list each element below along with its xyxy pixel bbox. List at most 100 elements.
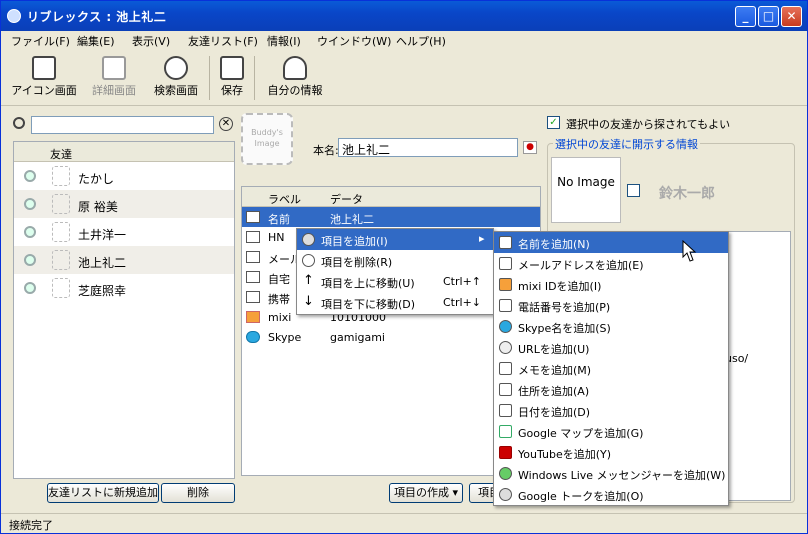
- my-info-button[interactable]: 自分の情報: [263, 54, 327, 102]
- add-url-menu-item[interactable]: URLを追加(U): [494, 337, 728, 358]
- friend-row[interactable]: 池上礼二: [14, 246, 234, 274]
- maximize-button[interactable]: □: [758, 6, 779, 27]
- toolbar-separator: [209, 56, 210, 100]
- add-google-talk-menu-item[interactable]: Google トークを追加(O): [494, 484, 728, 505]
- detail-view-button[interactable]: 詳細画面: [86, 54, 142, 102]
- globe-icon: [499, 341, 512, 354]
- friends-panel: ✕ 友達 たかし 原 裕美 土井洋一 池上礼二 芝庭照幸 友達リストに新規追加 …: [9, 111, 237, 506]
- add-windows-live-menu-item[interactable]: Windows Live メッセンジャーを追加(W): [494, 463, 728, 484]
- delete-friend-button[interactable]: 削除: [161, 483, 235, 503]
- google-icon: [499, 425, 512, 438]
- menu-window[interactable]: ウインドウ(W): [317, 33, 391, 49]
- status-icon: [24, 198, 36, 210]
- menu-label: YouTubeを追加(Y): [518, 448, 612, 461]
- name-field[interactable]: 池上礼二: [338, 138, 518, 157]
- move-up-menu-item[interactable]: ↑ 項目を上に移動(U) Ctrl+↑: [297, 271, 493, 292]
- row-label: mixi: [268, 311, 292, 324]
- add-skype-menu-item[interactable]: Skype名を追加(S): [494, 316, 728, 337]
- menu-label: URLを追加(U): [518, 343, 590, 356]
- menu-help[interactable]: ヘルプ(H): [396, 33, 446, 49]
- row-label: HN: [268, 231, 285, 244]
- add-memo-menu-item[interactable]: メモを追加(M): [494, 358, 728, 379]
- add-mixi-menu-item[interactable]: mixi IDを追加(I): [494, 274, 728, 295]
- friend-row[interactable]: 原 裕美: [14, 190, 234, 218]
- menu-label: 項目を下に移動(D): [321, 298, 416, 311]
- app-icon: [7, 9, 21, 23]
- toolbar: アイコン画面 詳細画面 検索画面 保存 自分の情報: [1, 50, 807, 106]
- row-label: Skype: [268, 331, 302, 344]
- avatar: [52, 250, 70, 270]
- label-column-header[interactable]: ラベル: [268, 191, 301, 207]
- mail-icon: [499, 257, 512, 270]
- row-label: 自宅: [268, 273, 290, 286]
- window-title: リブレックス : 池上礼二: [27, 10, 167, 24]
- status-icon: [24, 254, 36, 266]
- menu-info[interactable]: 情報(I): [267, 33, 301, 49]
- save-button[interactable]: 保存: [216, 54, 248, 102]
- remove-icon: [302, 254, 315, 267]
- data-column-header[interactable]: データ: [330, 191, 363, 207]
- menu-label: 項目を削除(R): [321, 256, 393, 269]
- friend-name: 池上礼二: [78, 256, 127, 270]
- add-item-menu-item[interactable]: 項目を追加(I) ▸: [297, 229, 493, 250]
- create-item-button[interactable]: 項目の作成 ▾: [389, 483, 463, 503]
- menu-friendlist[interactable]: 友達リスト(F): [188, 33, 258, 49]
- skype-icon: [246, 331, 260, 343]
- remove-item-menu-item[interactable]: 項目を削除(R): [297, 250, 493, 271]
- friend-row[interactable]: たかし: [14, 162, 234, 190]
- friend-name: 原 裕美: [78, 200, 118, 214]
- create-item-label: 項目の作成: [393, 486, 449, 499]
- friend-row[interactable]: 芝庭照幸: [14, 274, 234, 302]
- table-row[interactable]: 名前 池上礼二: [242, 207, 540, 227]
- disclosure-group-title: 選択中の友達に開示する情報: [553, 136, 700, 152]
- minimize-button[interactable]: _: [735, 6, 756, 27]
- move-down-menu-item[interactable]: ↓ 項目を下に移動(D) Ctrl+↓: [297, 292, 493, 313]
- context-menu: 項目を追加(I) ▸ 項目を削除(R) ↑ 項目を上に移動(U) Ctrl+↑ ↓ 項目…: [296, 228, 494, 315]
- menu-edit[interactable]: 編集(E): [77, 33, 115, 49]
- title-bar[interactable]: リブレックス : 池上礼二 _ □ ✕: [1, 1, 807, 31]
- friend-info-table: [727, 231, 791, 501]
- menu-label: 住所を追加(A): [518, 385, 590, 398]
- friend-checkbox[interactable]: [627, 184, 640, 197]
- search-view-label: 検索画面: [154, 84, 198, 97]
- mail-icon: [246, 251, 260, 263]
- mixi-icon: [246, 311, 260, 323]
- memo-icon: [499, 362, 512, 375]
- friend-search-input[interactable]: [31, 116, 214, 134]
- buddy-image[interactable]: Buddy's Image: [241, 113, 293, 165]
- status-text: 接続完了: [9, 519, 53, 532]
- avatar: [52, 194, 70, 214]
- friend-row[interactable]: 土井洋一: [14, 218, 234, 246]
- menu-label: 項目を追加(I): [321, 235, 388, 248]
- friend-name: 芝庭照幸: [78, 284, 127, 298]
- menu-bar: ファイル(F) 編集(E) 表示(V) 友達リスト(F) 情報(I) ウインドウ…: [1, 31, 807, 50]
- calendar-icon: [499, 404, 512, 417]
- row-label: 名前: [268, 213, 290, 226]
- add-icon: [302, 233, 315, 246]
- close-button[interactable]: ✕: [781, 6, 802, 27]
- add-friend-button[interactable]: 友達リストに新規追加: [47, 483, 159, 503]
- menu-view[interactable]: 表示(V): [132, 33, 170, 49]
- phone-icon: [499, 299, 512, 312]
- flag-icon[interactable]: ●: [523, 141, 537, 154]
- add-phone-menu-item[interactable]: 電話番号を追加(P): [494, 295, 728, 316]
- my-info-label: 自分の情報: [267, 84, 323, 97]
- avatar: [52, 222, 70, 242]
- searchable-checkbox[interactable]: ✓: [547, 116, 560, 129]
- chat-bubble-icon: [499, 488, 512, 501]
- icon-view-button[interactable]: アイコン画面: [11, 54, 77, 102]
- clear-search-icon[interactable]: ✕: [219, 117, 233, 131]
- add-google-map-menu-item[interactable]: Google マップを追加(G): [494, 421, 728, 442]
- menu-label: Skype名を追加(S): [518, 322, 611, 335]
- friend-no-image: No Image: [551, 157, 621, 223]
- friend-column-header[interactable]: 友達: [50, 146, 72, 162]
- mouse-cursor-icon: [682, 240, 697, 262]
- name-card-icon: [499, 236, 512, 249]
- add-youtube-menu-item[interactable]: YouTubeを追加(Y): [494, 442, 728, 463]
- search-view-button[interactable]: 検索画面: [149, 54, 203, 102]
- row-value: gamigami: [330, 331, 385, 344]
- disclosed-friend-name: 鈴木一郎: [659, 186, 715, 202]
- menu-file[interactable]: ファイル(F): [11, 33, 70, 49]
- add-address-menu-item[interactable]: 住所を追加(A): [494, 379, 728, 400]
- add-date-menu-item[interactable]: 日付を追加(D): [494, 400, 728, 421]
